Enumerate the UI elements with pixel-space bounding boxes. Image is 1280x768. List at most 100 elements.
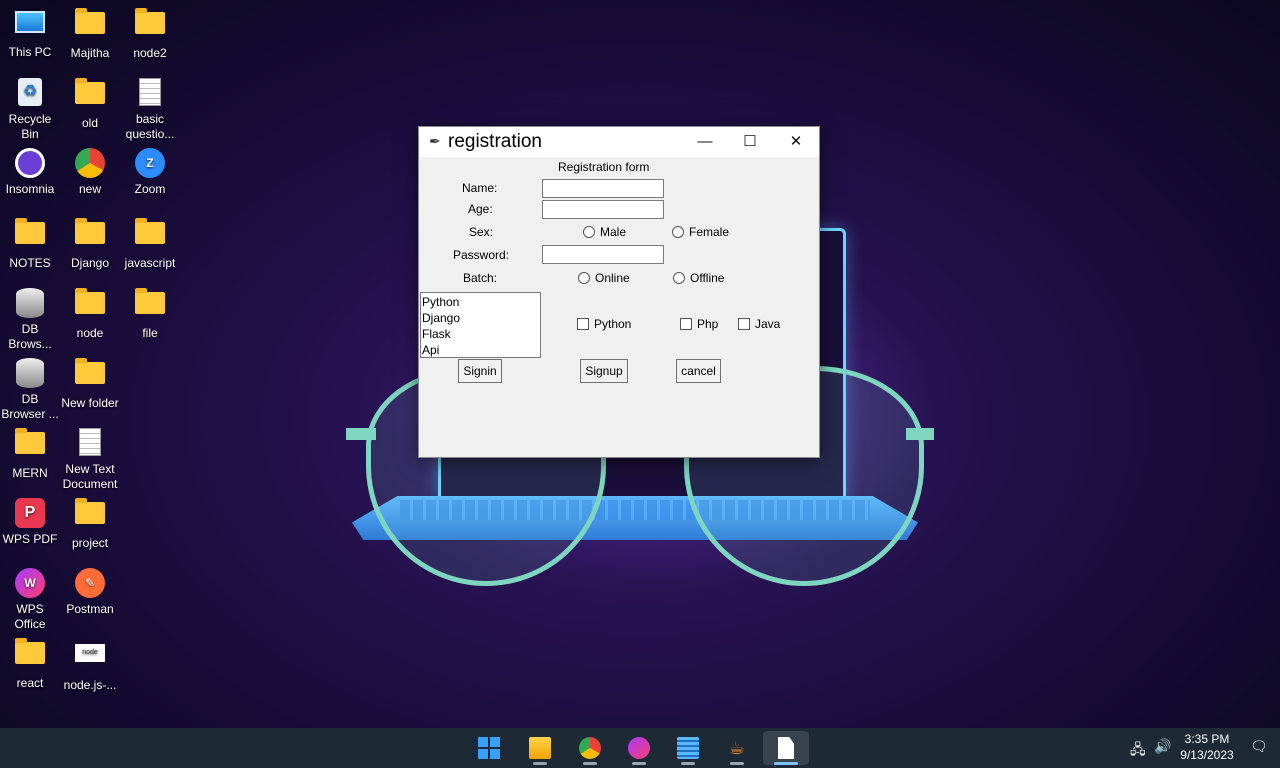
male-radio[interactable] xyxy=(583,226,595,238)
network-icon[interactable]: 🖧 xyxy=(1130,739,1146,763)
age-label: Age: xyxy=(468,202,493,216)
desktop-icon-postman[interactable]: ✎ Postman xyxy=(60,568,120,617)
monitor-icon xyxy=(15,11,45,33)
java-icon: ☕ xyxy=(728,738,746,758)
name-label: Name: xyxy=(462,181,498,195)
desktop-icon-wps-pdf[interactable]: P WPS PDF xyxy=(0,498,60,547)
folder-icon xyxy=(15,638,45,664)
maximize-button[interactable]: ☐ xyxy=(727,127,773,157)
running-indicator xyxy=(730,762,744,765)
folder-icon xyxy=(15,428,45,454)
php-checkbox[interactable] xyxy=(680,318,692,330)
notification-icon[interactable]: 🗨 xyxy=(1250,738,1268,755)
taskbar-wps-office[interactable] xyxy=(616,731,662,765)
postman-icon: ✎ xyxy=(75,568,105,598)
chrome-icon xyxy=(579,737,601,759)
list-item[interactable]: Api xyxy=(422,342,540,358)
cancel-button[interactable]: cancel xyxy=(676,359,721,383)
clock[interactable]: 3:35 PM 9/13/2023 xyxy=(1178,731,1236,763)
insomnia-icon xyxy=(15,148,45,178)
python-checkbox[interactable] xyxy=(577,318,589,330)
file-icon xyxy=(778,737,794,759)
female-label: Female xyxy=(689,225,730,239)
desktop-icon-new[interactable]: new xyxy=(60,148,120,197)
desktop-icon-file[interactable]: file xyxy=(120,288,180,341)
desktop-icon-recycle-bin[interactable]: ♻ Recycle Bin xyxy=(0,78,60,142)
password-field[interactable] xyxy=(542,245,664,264)
course-listbox[interactable]: Python Django Flask Api xyxy=(420,292,541,358)
desktop-icon-javascript[interactable]: javascript xyxy=(120,218,180,271)
offline-radio[interactable] xyxy=(673,272,685,284)
male-label: Male xyxy=(600,225,627,239)
desktop-icon-db-browser-1[interactable]: DB Brows... xyxy=(0,288,60,352)
registration-window: ✒ registration — ☐ ✕ Registration form N… xyxy=(418,126,820,458)
taskbar-file-explorer[interactable] xyxy=(517,731,563,765)
running-indicator xyxy=(774,762,798,765)
volume-icon[interactable]: 🔊 xyxy=(1154,738,1171,755)
folder-icon xyxy=(75,288,105,314)
php-check-label: Php xyxy=(697,317,719,331)
list-item[interactable]: Django xyxy=(422,310,540,326)
minimize-button[interactable]: — xyxy=(682,127,728,157)
zoom-icon: Z xyxy=(135,148,165,178)
running-indicator xyxy=(632,762,646,765)
file-explorer-icon xyxy=(529,737,551,759)
desktop-icon-majitha[interactable]: Majitha xyxy=(60,8,120,61)
desktop-icon-db-browser-2[interactable]: DB Browser ... xyxy=(0,358,60,422)
online-radio[interactable] xyxy=(578,272,590,284)
signin-button[interactable]: Signin xyxy=(458,359,502,383)
desktop-icon-new-text-document[interactable]: New Text Document xyxy=(60,428,120,492)
desktop-icon-basic-questions[interactable]: basic questio... xyxy=(120,78,180,142)
age-field[interactable] xyxy=(542,200,664,219)
window-titlebar[interactable]: ✒ registration — ☐ ✕ xyxy=(419,127,819,157)
clock-date: 9/13/2023 xyxy=(1180,748,1234,762)
signup-button[interactable]: Signup xyxy=(580,359,628,383)
desktop-icon-react[interactable]: react xyxy=(0,638,60,691)
folder-icon xyxy=(135,8,165,34)
desktop-icon-insomnia[interactable]: Insomnia xyxy=(0,148,60,197)
folder-icon xyxy=(15,218,45,244)
desktop-icon-notes[interactable]: NOTES xyxy=(0,218,60,271)
sex-label: Sex: xyxy=(469,225,494,239)
desktop-icon-node2[interactable]: node2 xyxy=(120,8,180,61)
desktop-icon-mern[interactable]: MERN xyxy=(0,428,60,481)
folder-icon xyxy=(135,218,165,244)
offline-label: Offline xyxy=(690,271,725,285)
desktop-icon-django[interactable]: Django xyxy=(60,218,120,271)
feather-icon: ✒ xyxy=(429,133,441,149)
notepad-icon xyxy=(677,737,699,759)
start-button[interactable] xyxy=(466,731,512,765)
wps-office-icon: W xyxy=(15,568,45,598)
taskbar-java[interactable]: ☕ xyxy=(714,731,760,765)
running-indicator xyxy=(533,762,547,765)
python-check-label: Python xyxy=(594,317,632,331)
database-icon xyxy=(16,288,44,318)
desktop-icon-old[interactable]: old xyxy=(60,78,120,131)
password-label: Password: xyxy=(453,248,510,262)
desktop-icon-project[interactable]: project xyxy=(60,498,120,551)
desktop-icon-nodejs[interactable]: node node.js-... xyxy=(60,638,120,693)
desktop-icon-this-pc[interactable]: This PC xyxy=(0,8,60,60)
folder-icon xyxy=(75,78,105,104)
taskbar-chrome[interactable] xyxy=(567,731,613,765)
clock-time: 3:35 PM xyxy=(1184,732,1230,746)
java-checkbox[interactable] xyxy=(738,318,750,330)
list-item[interactable]: Python xyxy=(422,294,540,310)
folder-icon xyxy=(75,218,105,244)
close-button[interactable]: ✕ xyxy=(773,127,819,157)
taskbar-notepad[interactable] xyxy=(665,731,711,765)
taskbar-active-window[interactable] xyxy=(763,731,809,765)
name-field[interactable] xyxy=(542,179,664,198)
running-indicator xyxy=(583,762,597,765)
female-radio[interactable] xyxy=(672,226,684,238)
batch-label: Batch: xyxy=(463,271,498,285)
desktop-icon-zoom[interactable]: Z Zoom xyxy=(120,148,180,197)
desktop-icon-wps-office[interactable]: W WPS Office xyxy=(0,568,60,632)
chrome-icon xyxy=(75,148,105,178)
wallpaper-glasses-temple-left xyxy=(346,428,376,440)
nodejs-image-icon: node xyxy=(75,644,105,662)
document-icon xyxy=(139,78,161,106)
desktop-icon-node[interactable]: node xyxy=(60,288,120,341)
desktop-icon-new-folder[interactable]: New folder xyxy=(60,358,120,411)
list-item[interactable]: Flask xyxy=(422,326,540,342)
